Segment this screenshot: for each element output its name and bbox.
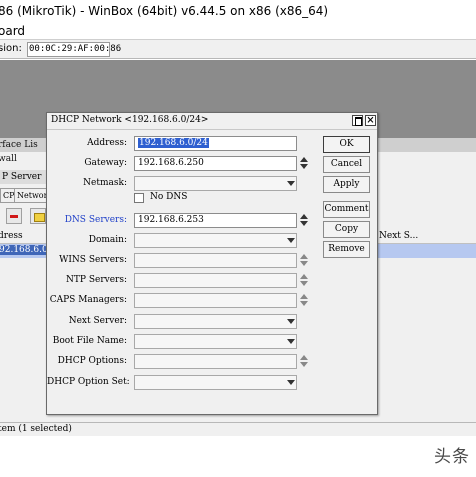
session-toolbar: sion: 00:0C:29:AF:00:86 bbox=[0, 39, 476, 59]
boot-file-name-select[interactable] bbox=[134, 334, 297, 349]
status-bar: tem (1 selected) bbox=[0, 422, 476, 436]
dhcp-options-label: DHCP Options: bbox=[57, 356, 127, 366]
dns-servers-input[interactable]: 192.168.6.253 bbox=[134, 213, 297, 228]
window-title: 86 (MikroTik) - WinBox (64bit) v6.44.5 o… bbox=[0, 4, 329, 18]
netmask-dropdown-icon[interactable] bbox=[287, 181, 295, 186]
comment-icon[interactable] bbox=[30, 208, 46, 224]
next-server-dropdown-icon[interactable] bbox=[287, 319, 295, 324]
caps-managers-updown-icon[interactable] bbox=[300, 294, 308, 306]
wins-servers-updown-icon[interactable] bbox=[300, 254, 308, 266]
tab-networks[interactable]: Networ bbox=[14, 188, 51, 203]
gateway-input[interactable]: 192.168.6.250 bbox=[134, 156, 297, 171]
no-dns-label: No DNS bbox=[150, 192, 188, 202]
gateway-updown-icon[interactable] bbox=[300, 157, 308, 169]
dialog-title: DHCP Network <192.168.6.0/24> bbox=[51, 115, 209, 125]
gateway-label: Gateway: bbox=[84, 158, 127, 168]
boot-file-name-label: Boot File Name: bbox=[52, 336, 127, 346]
netmask-label: Netmask: bbox=[83, 178, 127, 188]
remove-icon[interactable] bbox=[6, 208, 22, 224]
address-value: 192.168.6.0/24 bbox=[138, 138, 209, 148]
dns-servers-updown-icon[interactable] bbox=[300, 214, 308, 226]
dhcp-option-set-dropdown-icon[interactable] bbox=[287, 380, 295, 385]
caps-managers-label: CAPS Managers: bbox=[49, 295, 127, 305]
column-address[interactable]: dress bbox=[0, 231, 23, 241]
comment-button[interactable]: Comment bbox=[323, 201, 370, 218]
ok-button[interactable]: OK bbox=[323, 136, 370, 153]
address-label: Address: bbox=[87, 138, 127, 148]
address-input[interactable]: 192.168.6.0/24 bbox=[134, 136, 297, 151]
dhcp-options-input[interactable] bbox=[134, 354, 297, 369]
next-server-select[interactable] bbox=[134, 314, 297, 329]
dhcp-option-set-select[interactable] bbox=[134, 375, 297, 390]
wins-servers-input[interactable] bbox=[134, 253, 297, 268]
dhcp-network-dialog: DHCP Network <192.168.6.0/24> × Address:… bbox=[46, 112, 378, 415]
column-next-server[interactable]: Next S... bbox=[375, 231, 418, 241]
menu-bar: oard bbox=[0, 22, 476, 39]
watermark: 头条 bbox=[434, 447, 470, 467]
wins-servers-label: WINS Servers: bbox=[59, 255, 127, 265]
ntp-servers-input[interactable] bbox=[134, 273, 297, 288]
ntp-servers-label: NTP Servers: bbox=[66, 275, 127, 285]
caps-managers-input[interactable] bbox=[134, 293, 297, 308]
winbox-title-bar: 86 (MikroTik) - WinBox (64bit) v6.44.5 o… bbox=[0, 0, 476, 22]
row-address: 92.168.6.0/ bbox=[0, 245, 52, 255]
apply-button[interactable]: Apply bbox=[323, 176, 370, 193]
dns-servers-label: DNS Servers: bbox=[64, 215, 127, 225]
copy-button[interactable]: Copy bbox=[323, 221, 370, 238]
status-text: tem (1 selected) bbox=[0, 424, 72, 434]
dialog-title-bar[interactable]: DHCP Network <192.168.6.0/24> × bbox=[47, 113, 377, 130]
domain-dropdown-icon[interactable] bbox=[287, 238, 295, 243]
ntp-servers-updown-icon[interactable] bbox=[300, 274, 308, 286]
session-field[interactable]: 00:0C:29:AF:00:86 bbox=[27, 42, 121, 57]
menu-interface-list[interactable]: rface Lis bbox=[0, 140, 38, 150]
domain-label: Domain: bbox=[88, 235, 127, 245]
close-icon[interactable]: × bbox=[365, 115, 376, 126]
menu-dashboard[interactable]: oard bbox=[0, 24, 25, 38]
session-label: sion: bbox=[0, 43, 22, 54]
domain-select[interactable] bbox=[134, 233, 297, 248]
remove-button[interactable]: Remove bbox=[323, 241, 370, 258]
dhcp-options-updown-icon[interactable] bbox=[300, 355, 308, 367]
netmask-select[interactable] bbox=[134, 176, 297, 191]
boot-file-name-dropdown-icon[interactable] bbox=[287, 339, 295, 344]
bottom-area: 头条 bbox=[0, 436, 476, 477]
menu-firewall[interactable]: wall bbox=[0, 154, 17, 164]
dhcp-option-set-label: DHCP Option Set: bbox=[47, 377, 130, 387]
maximize-icon[interactable] bbox=[352, 115, 363, 126]
next-server-label: Next Server: bbox=[68, 316, 127, 326]
cancel-button[interactable]: Cancel bbox=[323, 156, 370, 173]
no-dns-checkbox[interactable] bbox=[134, 193, 144, 203]
